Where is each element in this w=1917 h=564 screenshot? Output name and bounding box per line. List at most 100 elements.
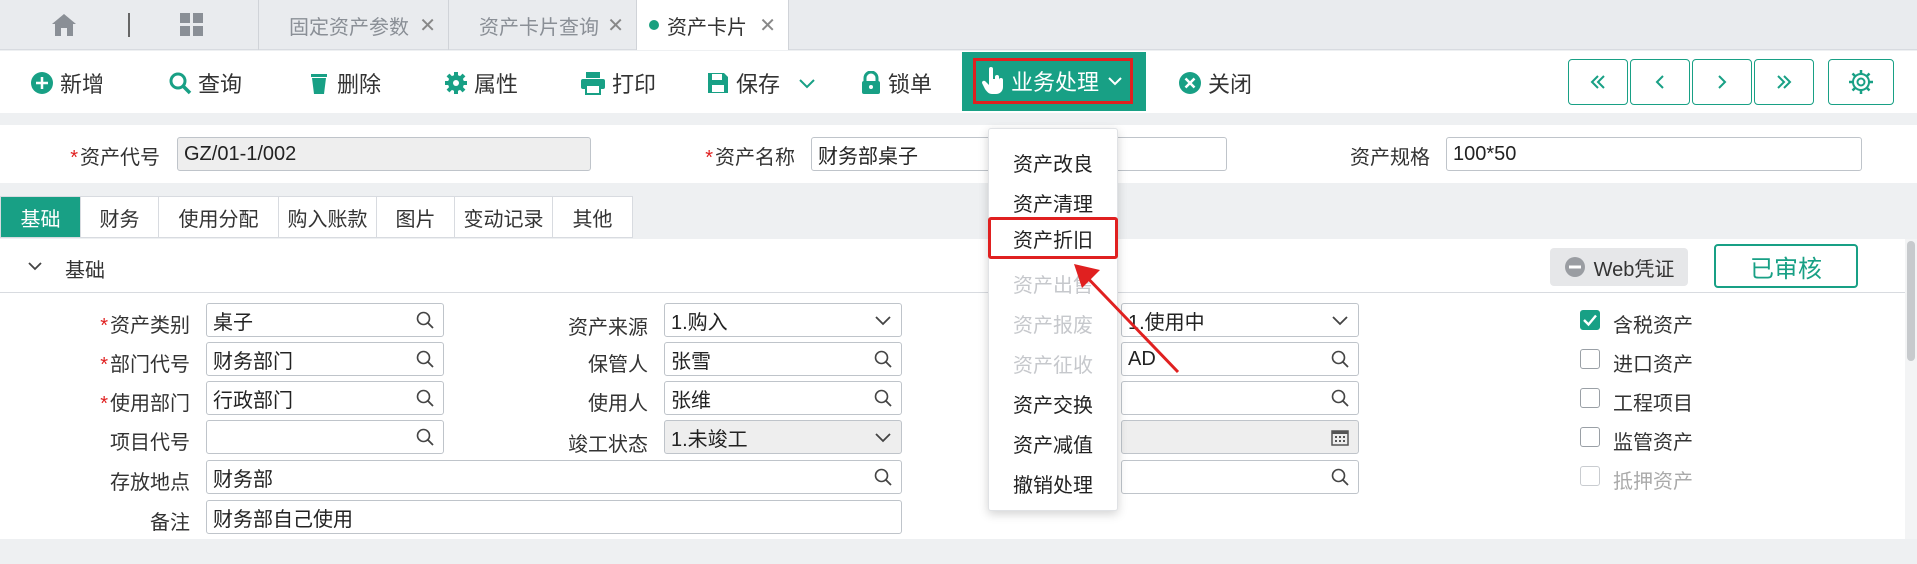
location-field[interactable]: 财务部	[206, 460, 902, 494]
menu-item-asset-improve[interactable]: 资产改良	[989, 144, 1117, 180]
tab-basic[interactable]: 基础	[1, 197, 81, 237]
chevron-down-icon	[1108, 77, 1122, 86]
search-icon[interactable]	[415, 388, 435, 408]
project-field[interactable]	[206, 420, 444, 454]
search-icon[interactable]	[873, 467, 893, 487]
dept-label: * 部门代号	[100, 354, 190, 376]
vertical-scrollbar[interactable]	[1905, 239, 1917, 539]
annotation-arrow	[1074, 264, 1180, 374]
printer-icon	[581, 72, 605, 95]
tab-asset-params[interactable]: 固定资产参数 ✕	[258, 0, 448, 50]
delete-button[interactable]: 删除	[307, 63, 381, 103]
location-label: 存放地点	[110, 472, 190, 494]
divider	[128, 13, 130, 37]
search-icon[interactable]	[873, 388, 893, 408]
print-button[interactable]: 打印	[580, 63, 656, 103]
category-field[interactable]: 桌子	[206, 303, 444, 337]
close-circle-icon	[1179, 72, 1201, 94]
search-icon[interactable]	[415, 427, 435, 447]
menu-item-undo-process[interactable]: 撤销处理	[989, 465, 1117, 501]
query-button[interactable]: 查询	[168, 63, 242, 103]
menu-item-asset-clear[interactable]: 资产清理	[989, 184, 1117, 220]
chevron-down-icon[interactable]	[796, 72, 818, 94]
basic-section: 基础 Web凭证 已审核 * 资产类别 桌子 * 部门代号 财务部门 * 使用部门 行…	[0, 239, 1905, 539]
tab-purchase-payment[interactable]: 购入账款	[279, 197, 377, 237]
settings-button[interactable]	[1828, 59, 1894, 105]
asset-code-field[interactable]: GZ/01-1/002	[177, 137, 591, 171]
completion-label: 竣工状态	[568, 434, 648, 456]
close-icon[interactable]: ✕	[419, 13, 436, 38]
calendar-icon[interactable]	[1330, 427, 1350, 447]
save-button[interactable]: 保存	[706, 63, 818, 103]
section-header[interactable]: 基础 Web凭证 已审核	[0, 239, 1905, 293]
toolbar: 新增 查询 删除 属性 打印 保存 锁单 业务处理 关闭	[0, 51, 1917, 113]
business-process-button[interactable]: 业务处理	[962, 52, 1146, 111]
scrollbar-thumb[interactable]	[1907, 241, 1915, 361]
home-icon[interactable]	[50, 12, 78, 38]
col3-row5-field[interactable]	[1121, 460, 1359, 494]
close-button[interactable]: 关闭	[1178, 63, 1252, 103]
user-field[interactable]: 张维	[664, 381, 902, 415]
search-icon[interactable]	[1330, 467, 1350, 487]
last-record-button[interactable]	[1754, 59, 1814, 105]
trash-icon	[311, 74, 327, 94]
keeper-field[interactable]: 张雪	[664, 342, 902, 376]
apps-grid-icon[interactable]	[178, 12, 206, 38]
first-record-button[interactable]	[1568, 59, 1628, 105]
close-icon[interactable]: ✕	[759, 13, 776, 38]
tab-label: 资产卡片查询	[479, 16, 599, 39]
tab-other[interactable]: 其他	[553, 197, 632, 237]
menu-item-asset-exchange[interactable]: 资产交换	[989, 385, 1117, 421]
lock-icon	[862, 71, 880, 94]
add-button[interactable]: 新增	[30, 63, 104, 103]
active-dot-icon	[649, 20, 659, 30]
header-fields: * 资产代号 GZ/01-1/002 * 资产名称 财务部桌子 资产规格 100*5…	[0, 125, 1917, 183]
close-icon[interactable]: ✕	[607, 13, 624, 38]
next-record-button[interactable]	[1692, 59, 1752, 105]
web-voucher-button[interactable]: Web凭证	[1550, 248, 1688, 286]
chevron-down-icon	[875, 433, 891, 443]
col3-row3-field[interactable]	[1121, 381, 1359, 415]
completion-select[interactable]: 1.未竣工	[664, 420, 902, 454]
section-title: 基础	[65, 260, 105, 282]
tab-change-log[interactable]: 变动记录	[455, 197, 553, 237]
imported-checkbox[interactable]	[1580, 349, 1600, 369]
dept-field[interactable]: 财务部门	[206, 342, 444, 376]
chevron-left-icon	[1655, 75, 1664, 89]
tab-usage-allocation[interactable]: 使用分配	[159, 197, 279, 237]
search-icon[interactable]	[873, 349, 893, 369]
use-dept-field[interactable]: 行政部门	[206, 381, 444, 415]
tab-asset-card[interactable]: 资产卡片 ✕	[636, 0, 789, 50]
tab-images[interactable]: 图片	[377, 197, 455, 237]
tab-asset-card-query[interactable]: 资产卡片查询 ✕	[448, 0, 636, 50]
menu-item-asset-impairment[interactable]: 资产减值	[989, 425, 1117, 461]
properties-button[interactable]: 属性	[444, 63, 518, 103]
tax-included-checkbox[interactable]	[1580, 310, 1600, 330]
search-icon[interactable]	[415, 349, 435, 369]
checkmark-icon	[1583, 314, 1597, 327]
supervised-checkbox[interactable]	[1580, 427, 1600, 447]
project-label: 项目代号	[110, 432, 190, 454]
search-icon[interactable]	[1330, 349, 1350, 369]
supervised-label: 监管资产	[1613, 432, 1693, 454]
tab-label: 资产卡片	[667, 16, 747, 39]
engineering-project-checkbox[interactable]	[1580, 388, 1600, 408]
source-select[interactable]: 1.购入	[664, 303, 902, 337]
prev-record-button[interactable]	[1630, 59, 1690, 105]
search-icon[interactable]	[415, 310, 435, 330]
chevron-down-icon[interactable]	[26, 257, 44, 275]
keeper-label: 保管人	[588, 354, 648, 376]
tab-finance[interactable]: 财务	[81, 197, 159, 237]
source-label: 资产来源	[568, 317, 648, 339]
use-dept-label: * 使用部门	[100, 393, 190, 415]
lock-button[interactable]: 锁单	[860, 63, 932, 103]
remark-field[interactable]: 财务部自己使用	[206, 500, 902, 534]
date-field[interactable]	[1121, 420, 1359, 454]
chevron-right-icon	[1718, 75, 1727, 89]
asset-code-label: * 资产代号	[70, 147, 160, 169]
minus-circle-icon	[1564, 257, 1585, 277]
tab-bar: 固定资产参数 ✕ 资产卡片查询 ✕ 资产卡片 ✕	[0, 0, 1917, 50]
spec-field[interactable]: 100*50	[1446, 137, 1862, 171]
search-icon[interactable]	[1330, 388, 1350, 408]
floppy-icon	[708, 73, 728, 93]
